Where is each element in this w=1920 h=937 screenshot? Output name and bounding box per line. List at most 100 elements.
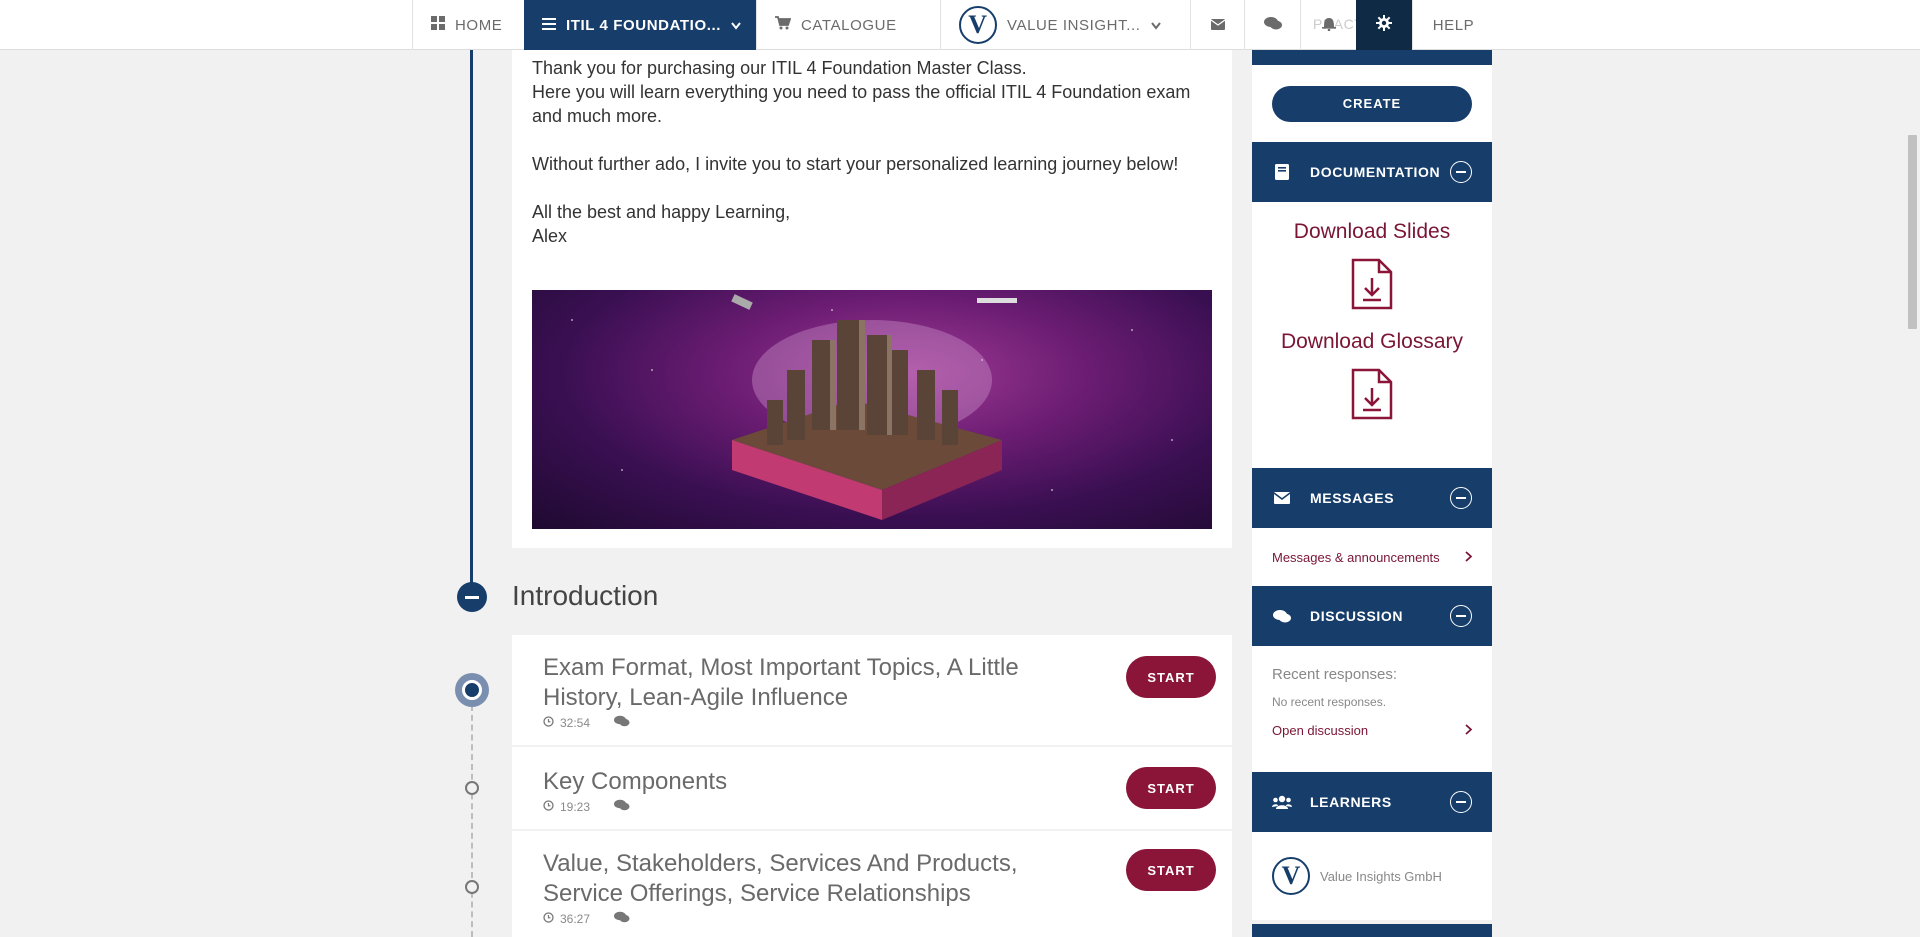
lesson-title[interactable]: Key Components (543, 767, 1103, 797)
lesson-start-button[interactable]: START (1126, 656, 1216, 698)
download-file-icon[interactable] (1252, 258, 1492, 310)
messages-panel: MESSAGES Messages & announcements (1252, 468, 1492, 586)
organization-logo: V (1272, 857, 1310, 895)
nav-catalogue[interactable]: CATALOGUE (756, 0, 940, 50)
comments-icon (614, 911, 630, 926)
envelope-icon (1272, 492, 1292, 504)
open-discussion-link[interactable]: Open discussion (1252, 723, 1492, 738)
nav-help[interactable]: HELP (1412, 0, 1494, 50)
hero-image (532, 290, 1212, 529)
welcome-text: Here you will learn everything you need … (532, 82, 1191, 126)
lesson-card: Key Components 19:23 START (512, 747, 1232, 829)
documentation-header[interactable]: DOCUMENTATION (1252, 142, 1492, 202)
menu-icon (542, 17, 556, 34)
section-collapse-toggle[interactable] (457, 582, 487, 612)
lesson-title[interactable]: Exam Format, Most Important Topics, A Li… (543, 653, 1103, 713)
lesson-start-button[interactable]: START (1126, 849, 1216, 891)
comments-icon (614, 799, 630, 814)
timeline-current-marker (455, 673, 489, 707)
collapse-icon[interactable] (1450, 487, 1472, 509)
lesson-card: Exam Format, Most Important Topics, A Li… (512, 635, 1232, 745)
welcome-paragraph: All the best and happy Learning, Alex (532, 200, 1212, 248)
nav-catalogue-label: CATALOGUE (801, 16, 897, 34)
lesson-duration: 32:54 (560, 715, 591, 730)
lesson-meta: 19:23 (543, 799, 1212, 814)
chevron-right-icon (1465, 550, 1473, 565)
timeline-line (470, 50, 473, 595)
nav-settings[interactable] (1356, 0, 1412, 50)
nav-help-label: HELP (1432, 16, 1475, 34)
learners-panel: LEARNERS V Value Insights GmbH (1252, 772, 1492, 920)
lesson-title[interactable]: Value, Stakeholders, Services And Produc… (543, 849, 1103, 909)
messages-body: Messages & announcements (1252, 528, 1492, 586)
messages-announcements-link[interactable]: Messages & announcements (1252, 550, 1492, 565)
discussion-panel: DISCUSSION Recent responses: No recent r… (1252, 586, 1492, 772)
chat-icon (1263, 16, 1282, 34)
learners-header[interactable]: LEARNERS (1252, 772, 1492, 832)
welcome-text: All the best and happy Learning, (532, 202, 791, 222)
users-icon (1272, 795, 1292, 809)
create-button[interactable]: CREATE (1272, 85, 1472, 122)
lesson-duration: 36:27 (560, 911, 591, 926)
timeline-marker (465, 880, 479, 894)
documentation-panel: DOCUMENTATION Download Slides Download G… (1252, 142, 1492, 468)
nav-home[interactable]: HOME (412, 0, 524, 50)
organization-name[interactable]: Value Insights GmbH (1320, 869, 1442, 884)
page-scrollbar[interactable] (1903, 0, 1920, 937)
nav-course-dropdown[interactable]: ITIL 4 FOUNDATIO... (524, 0, 756, 50)
messages-link-label: Messages & announcements (1272, 550, 1440, 565)
cart-icon (775, 16, 792, 34)
lesson-start-button[interactable]: START (1126, 767, 1216, 809)
welcome-paragraph: Without further ado, I invite you to sta… (532, 152, 1212, 176)
chat-icon (1272, 609, 1292, 623)
messages-header[interactable]: MESSAGES (1252, 468, 1492, 528)
chevron-down-icon (1150, 17, 1161, 34)
discussion-body: Recent responses: No recent responses. O… (1252, 646, 1492, 772)
no-responses-text: No recent responses. (1272, 695, 1387, 709)
clock-icon (543, 799, 554, 814)
download-glossary-link[interactable]: Download Glossary (1252, 330, 1492, 354)
collapse-icon[interactable] (1450, 161, 1472, 183)
practice-panel-header-edge (1252, 50, 1492, 65)
welcome-text: Thank you for purchasing our ITIL 4 Foun… (532, 58, 1027, 78)
nav-organization-dropdown[interactable]: V VALUE INSIGHT... (940, 0, 1190, 50)
chevron-down-icon (731, 17, 741, 34)
envelope-icon (1210, 17, 1225, 34)
lesson-card: Value, Stakeholders, Services And Produc… (512, 831, 1232, 937)
scrollbar-thumb[interactable] (1908, 135, 1917, 329)
documentation-title: DOCUMENTATION (1310, 164, 1441, 180)
learners-title: LEARNERS (1310, 794, 1392, 810)
lesson-duration: 19:23 (560, 799, 591, 814)
lesson-meta: 32:54 (543, 715, 1212, 730)
nav-course-label: ITIL 4 FOUNDATIO... (566, 16, 722, 34)
collapse-icon[interactable] (1450, 791, 1472, 813)
author-name: Alex (532, 226, 568, 246)
nav-home-label: HOME (455, 16, 503, 34)
welcome-paragraph: Thank you for purchasing our ITIL 4 Foun… (532, 56, 1212, 128)
discussion-header[interactable]: DISCUSSION (1252, 586, 1492, 646)
timeline-dashed-line (471, 705, 473, 937)
book-icon (1272, 164, 1292, 180)
clock-icon (543, 715, 554, 730)
bell-icon (1321, 16, 1336, 35)
download-slides-link[interactable]: Download Slides (1252, 220, 1492, 244)
nav-organization-label: VALUE INSIGHT... (1007, 16, 1141, 34)
clock-icon (543, 911, 554, 926)
documentation-body: Download Slides Download Glossary (1252, 202, 1492, 468)
collapse-icon[interactable] (1450, 605, 1472, 627)
lesson-meta: 36:27 (543, 911, 1212, 926)
download-file-icon[interactable] (1252, 368, 1492, 420)
nav-mail[interactable] (1190, 0, 1244, 50)
chevron-right-icon (1465, 723, 1473, 738)
nav-chat[interactable]: PRACT (1244, 0, 1363, 50)
practice-panel: CREATE (1252, 65, 1492, 142)
welcome-text: Without further ado, I invite you to sta… (532, 154, 1179, 174)
section-title: Introduction (512, 580, 659, 611)
welcome-card: Thank you for purchasing our ITIL 4 Foun… (512, 50, 1232, 548)
grid-icon (431, 16, 445, 34)
messages-title: MESSAGES (1310, 490, 1395, 506)
recent-responses-label: Recent responses: (1272, 666, 1398, 683)
nav-notifications[interactable] (1300, 0, 1356, 50)
organization-logo: V (959, 6, 997, 44)
open-discussion-label: Open discussion (1272, 723, 1369, 738)
